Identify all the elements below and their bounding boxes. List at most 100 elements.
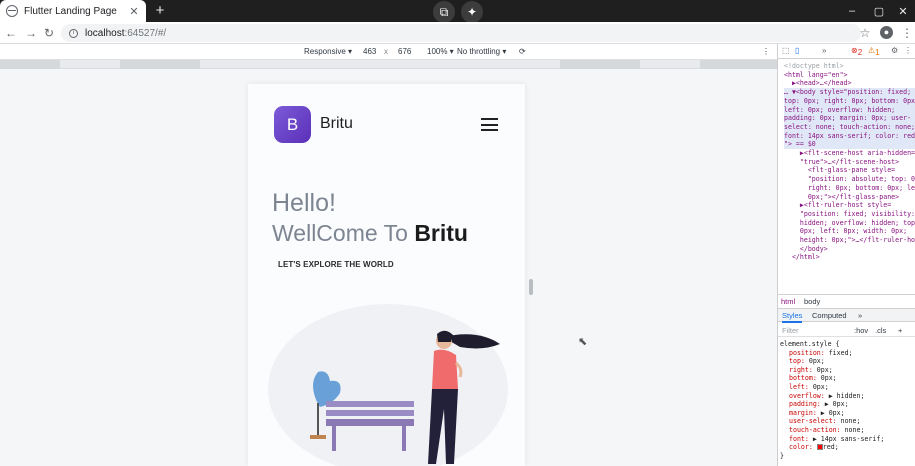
settings-gear-icon[interactable]: ⚙ <box>891 46 898 55</box>
dom-line[interactable]: select: none; touch-action: none; <box>784 122 915 132</box>
url-path: :64527/#/ <box>124 27 167 39</box>
close-window-button[interactable]: ✕ <box>886 0 915 22</box>
tab-strip: Flutter Landing Page ✕ + ⧉ ✦ – ▢ ✕ <box>0 0 915 23</box>
device-toolbar-menu-icon[interactable]: ⋮ <box>762 47 770 56</box>
brand-name: Britu <box>320 115 353 132</box>
css-property[interactable]: bottom: 0px; <box>789 374 837 383</box>
dom-line[interactable]: <html lang="en"> <box>784 71 915 80</box>
hero-welcome: WellCome To Britu <box>272 218 468 248</box>
dom-line[interactable]: "> == $0 <box>784 140 915 149</box>
dom-line[interactable]: "true">…</flt-scene-host> <box>784 158 915 167</box>
error-count[interactable]: ⊗ 2 <box>851 46 862 57</box>
new-rule-button[interactable]: + <box>898 326 902 335</box>
globe-icon <box>6 5 18 17</box>
brand-logo: B <box>274 106 311 143</box>
devtools-panel: ⬚ ▯ » ⊗ 2 ⚠ 1 ⚙ ⋮ <!doctype html> <html l… <box>777 44 915 466</box>
crumb-html[interactable]: html <box>781 297 795 306</box>
more-panels-icon[interactable]: » <box>822 46 826 55</box>
zoom-dropdown[interactable]: 100% ▾ <box>427 47 454 56</box>
dom-line[interactable]: right: 0px; bottom: 0px; left: <box>784 184 915 193</box>
css-property[interactable]: top: 0px; <box>789 357 825 366</box>
breadcrumb: html body <box>778 294 915 307</box>
close-tab-icon[interactable]: ✕ <box>128 5 140 18</box>
dom-line[interactable]: left: 0px; overflow: hidden; <box>784 105 915 115</box>
new-tab-button[interactable]: + <box>151 2 169 20</box>
height-input[interactable]: 676 <box>398 47 411 56</box>
warning-count[interactable]: ⚠ 1 <box>868 46 880 57</box>
dom-line[interactable]: ▶<flt-ruler-host style= <box>784 201 915 210</box>
styles-pane[interactable]: element.style {position: fixed; top: 0px;… <box>778 340 915 466</box>
url-host: localhost <box>85 27 125 39</box>
dom-line[interactable]: hidden; overflow: hidden; top: <box>784 219 915 228</box>
dom-line[interactable]: padding: 0px; margin: 0px; user- <box>784 114 915 123</box>
css-property[interactable]: padding: ▶ 0px; <box>789 400 849 409</box>
devtools-menu-icon[interactable]: ⋮ <box>904 46 912 55</box>
dimension-separator: x <box>384 47 388 56</box>
address-bar[interactable]: i localhost :64527/#/ <box>61 24 861 42</box>
device-toggle-icon[interactable]: ▯ <box>795 46 799 55</box>
dom-line[interactable]: font: 14px sans-serif; color: red; <box>784 131 915 141</box>
styles-filter-bar: Filter :hov .cls + <box>778 323 915 337</box>
welcome-prefix: WellCome To <box>272 220 415 246</box>
dom-line[interactable]: </html> <box>784 253 915 262</box>
profile-avatar-icon[interactable]: ● <box>880 26 893 39</box>
elements-tree[interactable]: <!doctype html> <html lang="en"> ▶<head>…… <box>778 60 915 298</box>
picture-in-picture-icon[interactable]: ⧉ <box>433 1 455 23</box>
dom-line[interactable]: ▶<head>…</head> <box>784 79 915 88</box>
dom-line[interactable]: 0px;"></flt-glass-pane> <box>784 193 915 202</box>
css-property[interactable]: user-select: none; <box>789 417 860 426</box>
device-toolbar: Responsive ▾ 463 x 676 100% ▾ No throttl… <box>0 44 777 60</box>
browser-menu-icon[interactable]: ⋮ <box>899 25 915 41</box>
css-property[interactable]: touch-action: none; <box>789 426 864 435</box>
viewport-resize-handle[interactable] <box>529 279 533 295</box>
dimensions-dropdown[interactable]: Responsive ▾ <box>304 47 352 56</box>
filter-input[interactable]: Filter <box>782 326 799 335</box>
css-property[interactable]: font: ▶ 14px sans-serif; <box>789 435 884 444</box>
media-query-bar[interactable] <box>0 60 777 69</box>
browser-toolbar: ← → ↻ i localhost :64527/#/ ☆ ● ⋮ <box>0 22 915 44</box>
inspect-element-icon[interactable]: ⬚ <box>782 46 790 55</box>
explore-tagline: LET'S EXPLORE THE WORLD <box>278 260 394 269</box>
throttling-dropdown[interactable]: No throttling ▾ <box>457 47 506 56</box>
dom-line[interactable]: <flt-glass-pane style= <box>784 166 915 175</box>
dom-line[interactable]: "position: fixed; visibility: <box>784 210 915 219</box>
dom-line[interactable]: "position: absolute; top: 0px; <box>784 175 915 184</box>
dom-line[interactable]: ▶<flt-scene-host aria-hidden= <box>784 149 915 158</box>
tab-more[interactable]: » <box>858 311 862 320</box>
dom-line[interactable]: <!doctype html> <box>784 62 915 71</box>
tab-styles[interactable]: Styles <box>782 311 803 323</box>
rule-selector: element.style { <box>780 340 840 348</box>
browser-tab[interactable]: Flutter Landing Page ✕ <box>0 0 146 22</box>
dom-line[interactable]: top: 0px; right: 0px; bottom: 0px; <box>784 96 915 106</box>
hero-hello: Hello! <box>272 189 336 217</box>
css-property[interactable]: position: fixed; <box>789 349 853 358</box>
park-illustration <box>268 304 508 466</box>
info-icon[interactable]: i <box>69 28 78 38</box>
device-viewport: B Britu Hello! WellCome To Britu LET'S E… <box>248 84 525 466</box>
css-property[interactable]: overflow: ▶ hidden; <box>789 392 864 401</box>
tab-computed[interactable]: Computed <box>812 311 847 320</box>
crumb-body[interactable]: body <box>804 297 820 306</box>
css-property[interactable]: right: 0px; <box>789 366 833 375</box>
back-arrow-icon[interactable]: ← <box>3 25 19 41</box>
reload-icon[interactable]: ↻ <box>41 25 57 41</box>
css-property[interactable]: color: red; <box>789 443 839 452</box>
dom-line[interactable]: 0px; left: 0px; width: 0px; <box>784 227 915 236</box>
hov-button[interactable]: :hov <box>854 326 868 335</box>
styles-tab-bar: Styles Computed » <box>778 308 915 323</box>
bookmark-star-icon[interactable]: ☆ <box>857 25 873 41</box>
sparkle-icon[interactable]: ✦ <box>461 1 483 23</box>
rule-close: } <box>780 451 784 460</box>
cls-button[interactable]: .cls <box>875 326 886 335</box>
rotate-icon[interactable]: ⟳ <box>519 47 526 56</box>
css-property[interactable]: left: 0px; <box>789 383 829 392</box>
hamburger-menu-icon[interactable] <box>481 118 498 131</box>
css-property[interactable]: margin: ▶ 0px; <box>789 409 845 418</box>
forward-arrow-icon[interactable]: → <box>23 25 39 41</box>
welcome-brand: Britu <box>414 220 468 246</box>
width-input[interactable]: 463 <box>363 47 376 56</box>
mouse-cursor-icon: ⬉ <box>578 336 588 348</box>
dom-line[interactable]: </body> <box>784 245 915 254</box>
dom-line[interactable]: … ▼<body style="position: fixed; <box>784 88 915 97</box>
dom-line[interactable]: height: 0px;">…</flt-ruler-host> <box>784 236 915 245</box>
